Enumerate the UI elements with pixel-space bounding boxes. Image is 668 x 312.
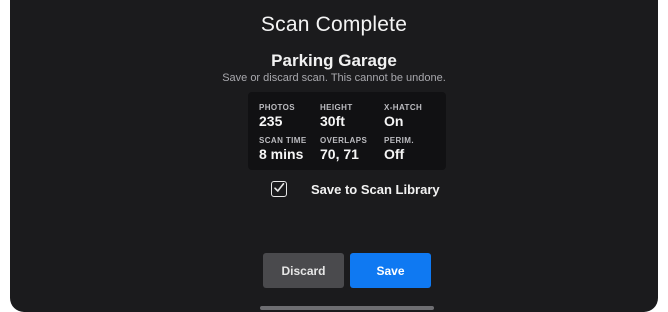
- stat-photos-value: 235: [259, 113, 283, 129]
- save-to-library-label: Save to Scan Library: [311, 181, 440, 197]
- stat-scan-time-label: SCAN TIME: [259, 136, 307, 145]
- home-indicator: [260, 306, 434, 310]
- stat-crosshatch-label: X-HATCH: [384, 103, 423, 112]
- stat-perimeter: PERIM. Off: [384, 136, 414, 162]
- stat-perimeter-label: PERIM.: [384, 136, 414, 145]
- stat-crosshatch: X-HATCH On: [384, 103, 422, 129]
- scan-stats-card: PHOTOS 235 HEIGHT 30ft X-HATCH On SCAN T…: [248, 92, 446, 170]
- stat-photos-label: PHOTOS: [259, 103, 296, 112]
- stat-height: HEIGHT 30ft: [320, 103, 353, 129]
- dialog-description: Save or discard scan. This cannot be und…: [222, 72, 446, 84]
- stat-overlaps-value: 70, 71: [320, 146, 359, 162]
- save-button[interactable]: Save: [350, 253, 431, 288]
- stat-photos: PHOTOS 235: [259, 103, 295, 129]
- discard-button[interactable]: Discard: [263, 253, 344, 288]
- stat-height-value: 30ft: [320, 113, 345, 129]
- stat-scan-time-value: 8 mins: [259, 146, 304, 162]
- stat-overlaps: OVERLAPS 70, 71: [320, 136, 367, 162]
- checkbox-checked-icon[interactable]: [271, 181, 287, 197]
- stat-overlaps-label: OVERLAPS: [320, 136, 368, 145]
- scan-name: Parking Garage: [271, 51, 397, 70]
- stat-height-label: HEIGHT: [320, 103, 353, 112]
- dialog-title: Scan Complete: [260, 13, 408, 36]
- stat-crosshatch-value: On: [384, 113, 404, 129]
- save-to-library-toggle[interactable]: Save to Scan Library: [271, 178, 440, 200]
- scan-complete-dialog: Scan Complete Parking Garage Save or dis…: [10, 0, 658, 312]
- stat-scan-time: SCAN TIME 8 mins: [259, 136, 307, 162]
- stat-perimeter-value: Off: [384, 146, 405, 162]
